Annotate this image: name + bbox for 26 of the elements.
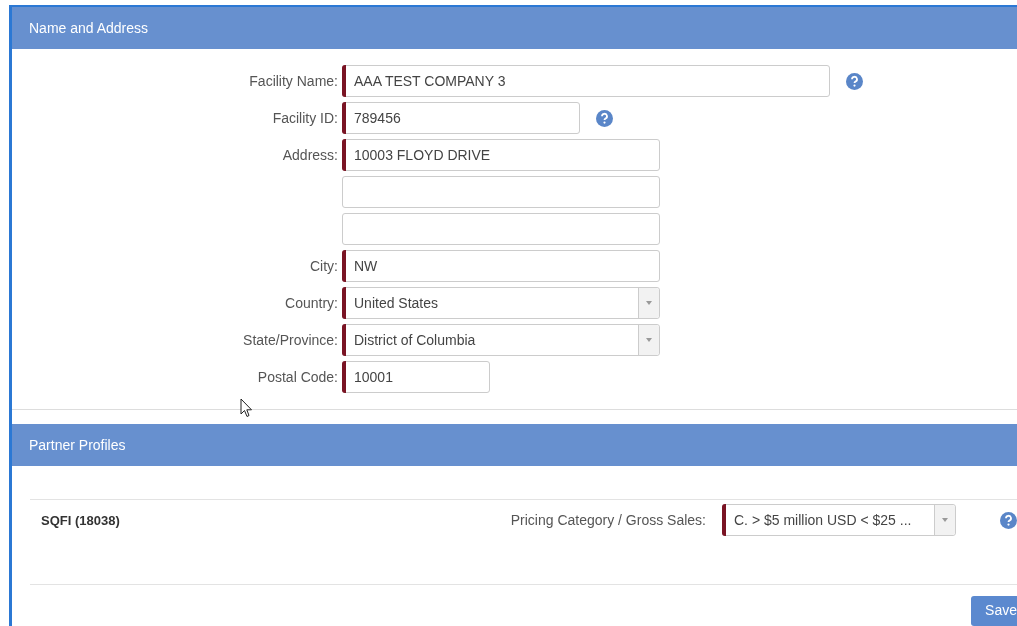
field-label: State/Province: [243, 332, 338, 348]
field-label: Facility ID: [272, 110, 338, 126]
section-title: Name and Address [29, 20, 149, 36]
dropdown[interactable]: United States [342, 287, 660, 319]
partner-name: SQFI (18038) [41, 512, 120, 528]
text-field[interactable]: NW [342, 250, 660, 282]
help-icon[interactable] [846, 72, 863, 90]
dropdown[interactable]: District of Columbia [342, 324, 660, 356]
text-field[interactable] [342, 176, 660, 208]
text-field[interactable]: 10001 [342, 361, 490, 393]
field-label: City: [310, 258, 338, 274]
text-field[interactable]: 10003 FLOYD DRIVE [342, 139, 660, 171]
field-label: Address: [282, 147, 338, 163]
dropdown[interactable]: C. > $5 million USD < $25 ... [722, 504, 956, 536]
field-label: Facility Name: [249, 73, 338, 89]
field-label: Pricing Category / Gross Sales: [510, 512, 706, 528]
text-field[interactable] [342, 213, 660, 245]
field-label: Postal Code: [257, 369, 338, 385]
save-button[interactable]: Save [971, 596, 1017, 626]
help-icon[interactable] [596, 109, 613, 127]
text-field[interactable]: AAA TEST COMPANY 3 [342, 65, 830, 97]
field-label: Country: [285, 295, 338, 311]
section-title: Partner Profiles [29, 437, 126, 453]
text-field[interactable]: 789456 [342, 102, 580, 134]
help-icon[interactable] [1000, 511, 1017, 529]
cursor-icon [240, 398, 253, 418]
